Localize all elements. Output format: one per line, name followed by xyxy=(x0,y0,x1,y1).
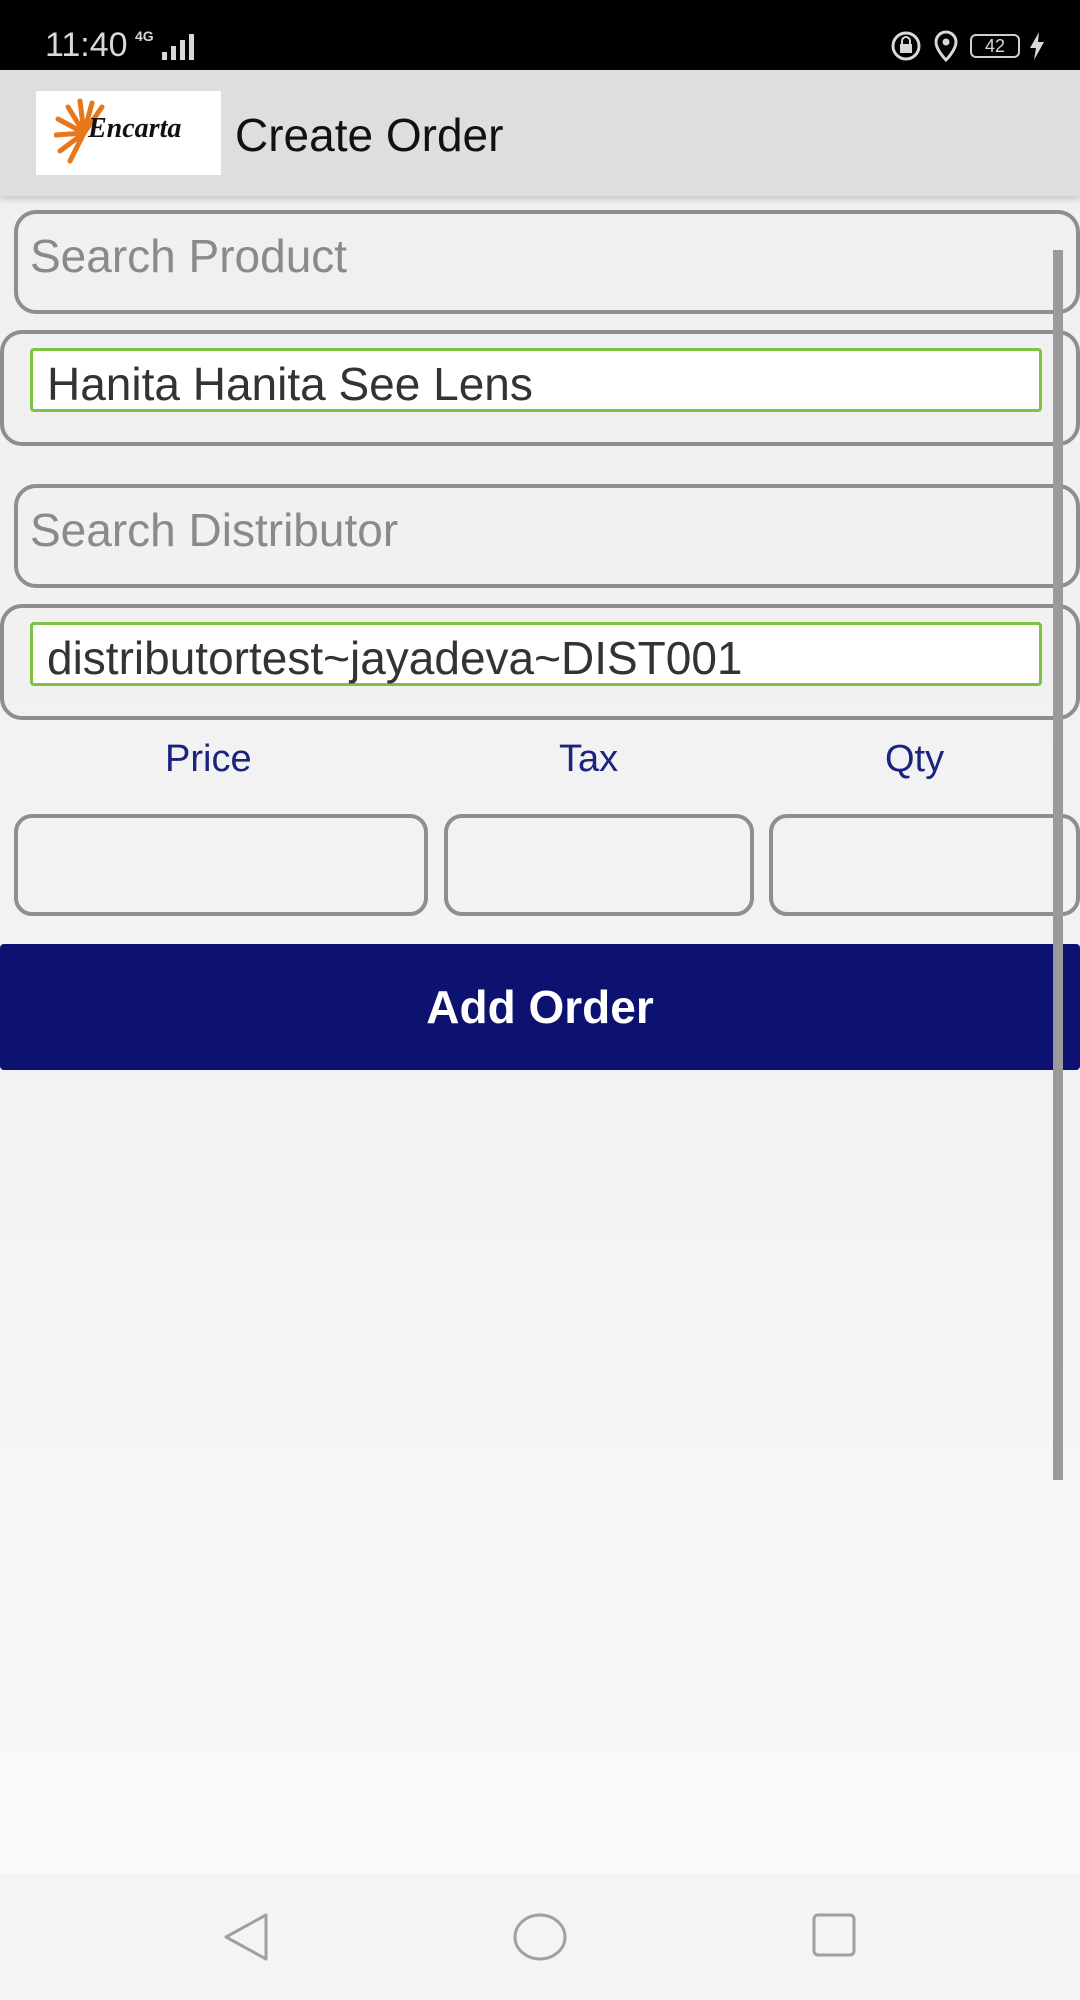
charging-icon xyxy=(1030,32,1044,60)
status-time: 11:40 xyxy=(45,26,128,64)
app-bar: Encarta Create Order xyxy=(0,70,1080,196)
qty-input[interactable] xyxy=(773,818,1080,914)
selected-distributor-box[interactable]: distributortest~jayadeva~DIST001 xyxy=(30,622,1042,686)
location-icon xyxy=(934,30,958,62)
price-label: Price xyxy=(165,738,252,780)
system-nav-bar xyxy=(0,1874,1080,2000)
battery-icon: 42 xyxy=(970,34,1020,58)
search-distributor-input[interactable] xyxy=(28,502,1032,558)
tax-field[interactable] xyxy=(444,814,754,916)
selected-product-box[interactable]: Hanita Hanita See Lens xyxy=(30,348,1042,412)
encarta-logo: Encarta xyxy=(36,91,221,175)
selected-distributor-field[interactable]: distributortest~jayadeva~DIST001 xyxy=(0,604,1080,720)
network-type: 4G xyxy=(135,28,154,44)
home-icon[interactable] xyxy=(512,1912,568,1962)
search-product-field[interactable] xyxy=(14,210,1080,314)
page-title: Create Order xyxy=(235,109,504,161)
signal-icon xyxy=(162,34,194,60)
lock-icon xyxy=(891,31,921,61)
price-field[interactable] xyxy=(14,814,428,916)
battery-level: 42 xyxy=(984,35,1006,56)
qty-label: Qty xyxy=(885,738,945,780)
status-icons: 42 xyxy=(890,30,1044,62)
scrollbar[interactable] xyxy=(1053,250,1063,1480)
selected-product-field[interactable]: Hanita Hanita See Lens xyxy=(0,330,1080,446)
status-bar: 11:40 4G 42 xyxy=(0,0,1080,70)
logo-text: Encarta xyxy=(88,113,182,144)
tax-label: Tax xyxy=(559,738,619,780)
selected-product-text: Hanita Hanita See Lens xyxy=(47,358,533,410)
add-order-label: Add Order xyxy=(426,981,654,1033)
search-product-input[interactable] xyxy=(28,228,1032,284)
selected-distributor-text: distributortest~jayadeva~DIST001 xyxy=(47,632,743,684)
search-distributor-field[interactable] xyxy=(14,484,1080,588)
back-icon[interactable] xyxy=(222,1912,270,1962)
tax-input[interactable] xyxy=(448,818,754,914)
price-input[interactable] xyxy=(18,818,428,914)
add-order-button[interactable]: Add Order xyxy=(0,944,1080,1070)
qty-field[interactable] xyxy=(769,814,1080,916)
recents-icon[interactable] xyxy=(811,1912,857,1958)
